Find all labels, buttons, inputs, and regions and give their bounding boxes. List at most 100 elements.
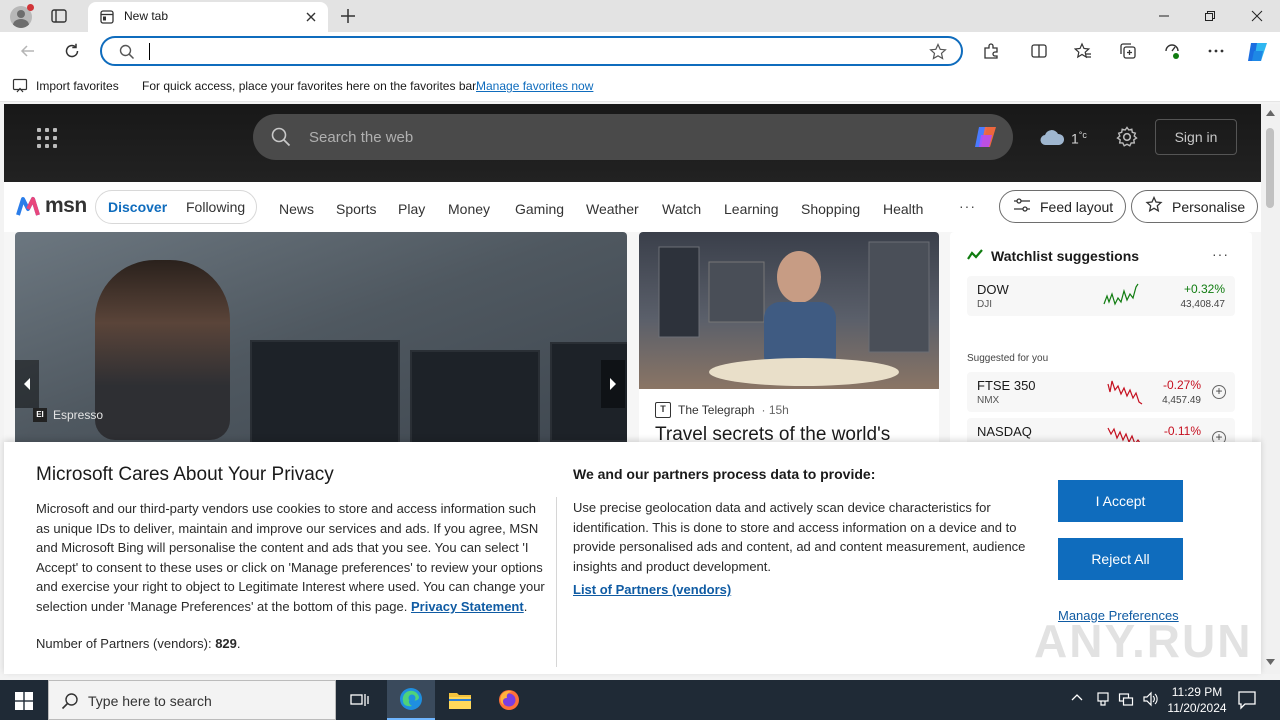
cloud-icon: [1039, 128, 1065, 149]
news-card-source: T The Telegraph · 15h: [655, 402, 789, 418]
task-view-button[interactable]: [336, 680, 384, 720]
manage-favorites-link[interactable]: Manage favorites now: [476, 79, 593, 93]
carousel-prev-button[interactable]: [15, 360, 39, 408]
split-screen-icon[interactable]: [1027, 39, 1051, 63]
msn-search-box[interactable]: Search the web: [253, 114, 1013, 160]
import-favorites-button[interactable]: Import favorites: [12, 78, 119, 94]
nav-play[interactable]: Play: [398, 201, 425, 217]
restore-button[interactable]: [1187, 0, 1233, 32]
windows-icon: [15, 692, 33, 710]
stock-symbol: FTSE 350: [977, 378, 1036, 393]
taskbar-edge[interactable]: [387, 680, 435, 720]
favorites-bar: Import favorites For quick access, place…: [0, 70, 1280, 102]
nav-watch[interactable]: Watch: [662, 201, 701, 217]
add-to-watchlist-icon[interactable]: +: [1212, 385, 1226, 399]
trend-icon: [967, 248, 983, 264]
temperature: 1: [1071, 130, 1079, 147]
nav-news[interactable]: News: [279, 201, 314, 217]
scrollbar-thumb[interactable]: [1266, 128, 1274, 208]
nav-shopping[interactable]: Shopping: [801, 201, 860, 217]
extensions-icon[interactable]: [979, 39, 1003, 63]
carousel-next-button[interactable]: [601, 360, 625, 408]
personalise-button[interactable]: Personalise: [1131, 190, 1259, 223]
back-button[interactable]: [16, 39, 40, 63]
nav-learning[interactable]: Learning: [724, 201, 779, 217]
close-tab-icon[interactable]: [304, 10, 318, 24]
copilot-icon[interactable]: [1245, 39, 1271, 65]
copilot-icon[interactable]: [973, 125, 999, 149]
nav-money[interactable]: Money: [448, 201, 490, 217]
tab-new-tab[interactable]: New tab: [88, 2, 328, 32]
list-of-partners-link[interactable]: List of Partners (vendors): [573, 582, 731, 597]
settings-gear-icon[interactable]: [1116, 126, 1138, 151]
network-icon[interactable]: [1118, 691, 1134, 710]
stock-change: +0.32%: [1183, 282, 1225, 296]
browser-toolbar: [0, 32, 1280, 70]
nav-weather[interactable]: Weather: [586, 201, 639, 217]
nav-more-icon[interactable]: ···: [959, 198, 976, 214]
suggested-label: Suggested for you: [967, 353, 1049, 364]
reject-all-button[interactable]: Reject All: [1058, 538, 1183, 580]
tab-strip: New tab: [0, 0, 1280, 32]
stock-row[interactable]: DOW DJI +0.32% 43,408.47: [967, 276, 1235, 316]
taskbar-file-explorer[interactable]: [436, 680, 484, 720]
taskbar: Type here to search 11:29 PM 11/20/2024: [0, 680, 1280, 720]
nav-gaming[interactable]: Gaming: [515, 201, 564, 217]
address-bar[interactable]: [100, 36, 963, 66]
watchlist-title: Watchlist suggestions: [991, 248, 1140, 264]
favorite-star-icon[interactable]: [929, 43, 947, 64]
tab-actions-icon[interactable]: [50, 7, 68, 25]
page-scrollbar[interactable]: [1261, 104, 1280, 674]
collections-icon[interactable]: [1116, 39, 1140, 63]
scroll-down-icon[interactable]: [1266, 659, 1275, 665]
apps-grid-icon[interactable]: [37, 128, 57, 148]
stock-price: 43,408.47: [1180, 299, 1226, 310]
weather-widget[interactable]: 1°c: [1039, 128, 1087, 149]
show-hidden-icons-icon[interactable]: [1070, 691, 1084, 708]
refresh-button[interactable]: [60, 39, 84, 63]
minimize-button[interactable]: [1141, 0, 1187, 32]
clock-time: 11:29 PM: [1171, 685, 1223, 699]
watchlist-more-icon[interactable]: ···: [1212, 246, 1229, 262]
msn-logo[interactable]: msn: [16, 194, 87, 218]
accept-button[interactable]: I Accept: [1058, 480, 1183, 522]
sign-in-button[interactable]: Sign in: [1155, 119, 1237, 155]
telegraph-logo: T: [655, 402, 671, 418]
privacy-statement-link[interactable]: Privacy Statement: [411, 599, 524, 614]
hero-image: [95, 260, 230, 440]
stock-row[interactable]: FTSE 350 NMX -0.27% 4,457.49 +: [967, 372, 1235, 412]
taskbar-firefox[interactable]: [485, 680, 533, 720]
nav-health[interactable]: Health: [883, 201, 923, 217]
watchlist-header: Watchlist suggestions: [967, 248, 1139, 264]
manage-preferences-link[interactable]: Manage Preferences: [1058, 608, 1179, 623]
performance-icon[interactable]: [1160, 39, 1184, 63]
scroll-up-icon[interactable]: [1266, 110, 1275, 116]
taskbar-search-input[interactable]: Type here to search: [88, 693, 212, 709]
system-clock[interactable]: 11:29 PM 11/20/2024: [1162, 684, 1232, 716]
stock-exchange: NMX: [977, 395, 1000, 406]
new-tab-icon: [100, 10, 114, 24]
msn-search-input[interactable]: Search the web: [309, 129, 413, 146]
news-card-time: · 15h: [761, 403, 789, 417]
more-menu-icon[interactable]: [1204, 39, 1228, 63]
address-input[interactable]: [149, 43, 150, 60]
stock-price: 4,457.49: [1162, 395, 1201, 406]
personalise-label: Personalise: [1172, 198, 1246, 215]
tab-following[interactable]: Following: [186, 199, 245, 215]
close-window-button[interactable]: [1234, 0, 1280, 32]
import-icon: [12, 77, 28, 96]
import-favorites-label: Import favorites: [36, 79, 119, 93]
new-tab-button[interactable]: [338, 6, 358, 26]
hero-source-name: Espresso: [53, 408, 104, 422]
taskbar-search-box[interactable]: Type here to search: [48, 680, 336, 720]
feed-layout-button[interactable]: Feed layout: [999, 190, 1127, 223]
volume-icon[interactable]: [1142, 691, 1158, 710]
tab-discover[interactable]: Discover: [108, 199, 167, 215]
clock-date: 11/20/2024: [1167, 701, 1227, 715]
favorites-icon[interactable]: [1071, 39, 1095, 63]
edge-icon: [400, 688, 422, 710]
nav-sports[interactable]: Sports: [336, 201, 376, 217]
usb-device-icon[interactable]: [1095, 691, 1111, 710]
start-button[interactable]: [0, 680, 48, 720]
notifications-icon[interactable]: [1236, 689, 1258, 714]
